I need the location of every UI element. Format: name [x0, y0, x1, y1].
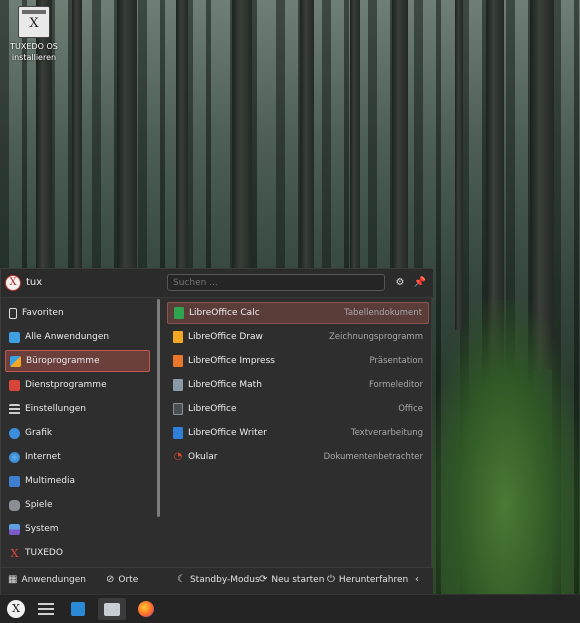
discover-button[interactable] [64, 598, 92, 620]
restart-icon: ⟳ [259, 574, 268, 585]
category-grafik[interactable]: Grafik [5, 422, 150, 444]
category-internet[interactable]: Internet [5, 446, 150, 468]
task-manager-button[interactable] [32, 598, 60, 620]
configure-icon[interactable]: ⚙ [393, 276, 407, 290]
bookmark-icon [9, 307, 17, 319]
desktop-icon-label: TUXEDO OS installieren [10, 42, 58, 62]
file-manager-button[interactable] [98, 598, 126, 620]
app-launcher-button[interactable]: X [2, 598, 30, 620]
category-list: Favoriten Alle Anwendungen Büroprogramme… [1, 298, 159, 574]
libreoffice-icon [173, 403, 183, 415]
app-libreoffice-calc[interactable]: LibreOffice Calc Tabellendokument [167, 302, 429, 324]
app-libreoffice[interactable]: LibreOffice Office [167, 398, 429, 420]
toolbox-icon [9, 379, 20, 391]
shutdown-button[interactable]: ⏻ Herunterfahren [327, 574, 408, 585]
taskbar: X [0, 594, 580, 623]
search-input[interactable] [167, 274, 385, 291]
pin-icon[interactable]: 📌 [413, 276, 427, 290]
power-icon: ⏻ [327, 574, 335, 585]
user-avatar[interactable]: X [5, 275, 21, 291]
applications-grid-icon: ▦ [8, 574, 18, 585]
category-alle-anwendungen[interactable]: Alle Anwendungen [5, 326, 150, 348]
desktop-icon-install[interactable]: X TUXEDO OS installieren [6, 6, 62, 63]
menu-footer: ▦ Anwendungen ⊘ Orte ☾ Standby-Modus ⟳ N… [1, 567, 433, 595]
more-options-button[interactable]: ‹ [415, 574, 423, 585]
installer-icon: X [18, 6, 50, 38]
app-libreoffice-math[interactable]: LibreOffice Math Formeleditor [167, 374, 429, 396]
task-manager-icon [38, 603, 54, 615]
category-spiele[interactable]: Spiele [5, 494, 150, 516]
restart-button[interactable]: ⟳ Neu starten [259, 574, 324, 585]
category-bueroprogramme[interactable]: Büroprogramme [5, 350, 150, 372]
category-dienstprogramme[interactable]: Dienstprogramme [5, 374, 150, 396]
gamepad-icon [9, 499, 20, 511]
office-icon [10, 355, 21, 367]
application-launcher-menu: X tux ⚙ 📌 Favoriten Alle Anwendungen Bür… [0, 268, 433, 595]
username: tux [26, 277, 43, 288]
libreoffice-calc-icon [174, 307, 184, 319]
libreoffice-writer-icon [173, 427, 183, 439]
store-bag-icon [71, 602, 85, 616]
category-einstellungen[interactable]: Einstellungen [5, 398, 150, 420]
compass-icon: ⊘ [106, 574, 115, 585]
app-libreoffice-writer[interactable]: LibreOffice Writer Textverarbeitung [167, 422, 429, 444]
okular-icon: ◔ [173, 451, 183, 462]
category-tuxedo[interactable]: X TUXEDO [5, 542, 150, 564]
app-libreoffice-draw[interactable]: LibreOffice Draw Zeichnungsprogramm [167, 326, 429, 348]
firefox-button[interactable] [132, 598, 160, 620]
folder-icon [104, 602, 120, 616]
places-tab[interactable]: ⊘ Orte [106, 574, 138, 585]
category-scrollbar[interactable] [157, 299, 160, 517]
libreoffice-math-icon [173, 379, 183, 391]
grid-icon [9, 331, 20, 343]
app-libreoffice-impress[interactable]: LibreOffice Impress Präsentation [167, 350, 429, 372]
libreoffice-impress-icon [173, 355, 183, 367]
system-icon [9, 523, 20, 535]
multimedia-icon [9, 475, 20, 487]
app-okular[interactable]: ◔ Okular Dokumentenbetrachter [167, 446, 429, 468]
standby-button[interactable]: ☾ Standby-Modus [177, 574, 260, 585]
category-system[interactable]: System [5, 518, 150, 540]
firefox-icon [138, 601, 154, 617]
globe-icon [9, 451, 20, 463]
menu-header: X tux ⚙ 📌 [1, 269, 433, 298]
category-favoriten[interactable]: Favoriten [5, 302, 150, 324]
libreoffice-draw-icon [173, 331, 183, 343]
graphics-icon [9, 427, 20, 439]
tuxedo-logo-icon: X [7, 600, 25, 618]
moon-icon: ☾ [177, 574, 186, 585]
category-multimedia[interactable]: Multimedia [5, 470, 150, 492]
chevron-icon: ‹ [415, 574, 419, 585]
applications-tab[interactable]: ▦ Anwendungen [8, 574, 86, 585]
tuxedo-icon: X [10, 546, 19, 560]
settings-icon [9, 403, 20, 415]
